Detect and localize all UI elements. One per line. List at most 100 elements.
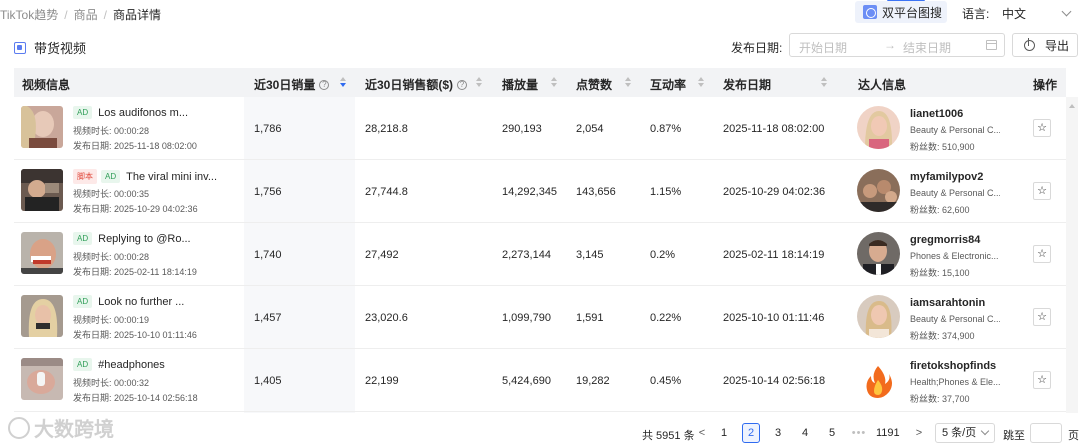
vertical-scrollbar[interactable] bbox=[1066, 97, 1078, 413]
language-select[interactable]: 中文 bbox=[998, 2, 1078, 24]
video-duration: 视频时长: 00:00:28 bbox=[73, 252, 150, 262]
creator-name[interactable]: iamsarahtonin bbox=[910, 297, 985, 309]
publish-date: 2025-10-14 02:56:18 bbox=[723, 375, 826, 387]
help-icon[interactable]: ? bbox=[457, 79, 468, 90]
sales-30d: 1,405 bbox=[254, 375, 282, 387]
page-1[interactable]: 1 bbox=[715, 423, 733, 443]
breadcrumb-separator: / bbox=[103, 7, 107, 22]
col-publish-date[interactable]: 发布日期 bbox=[723, 76, 771, 93]
creator-name[interactable]: gregmorris84 bbox=[910, 234, 980, 246]
sort-icon[interactable] bbox=[551, 77, 557, 88]
creator-name[interactable]: firetokshopfinds bbox=[910, 360, 996, 372]
col-revenue-30d[interactable]: 近30日销售额($)? bbox=[365, 76, 468, 93]
creator-category: Beauty & Personal C... bbox=[910, 188, 1000, 198]
breadcrumb-current: 商品详情 bbox=[112, 8, 161, 22]
col-engagement[interactable]: 互动率 bbox=[650, 76, 686, 93]
pagination-total: 共 5951 条 bbox=[642, 430, 695, 442]
export-button[interactable]: 导出 bbox=[1012, 33, 1078, 57]
sort-icon[interactable] bbox=[821, 77, 827, 88]
table-row[interactable]: 脚本 AD The viral mini inv... 视频时长: 00:00:… bbox=[14, 160, 1066, 223]
breadcrumb-tiktok-trends[interactable]: TikTok趋势 bbox=[0, 6, 58, 23]
prev-page-button[interactable]: < bbox=[693, 423, 711, 443]
col-publish-date-label: 发布日期 bbox=[723, 78, 772, 92]
video-icon bbox=[14, 41, 26, 54]
video-thumbnail[interactable] bbox=[21, 106, 63, 148]
video-thumbnail[interactable] bbox=[21, 169, 63, 211]
favorite-button[interactable]: ☆ bbox=[1033, 371, 1051, 389]
creator-avatar[interactable] bbox=[857, 358, 900, 401]
video-publish-date: 发布日期: 2025-02-11 18:14:19 bbox=[73, 267, 197, 277]
col-sales-30d[interactable]: 近30日销量? bbox=[254, 76, 330, 93]
table-row[interactable]: AD #headphones 视频时长: 00:00:32 发布日期: 2025… bbox=[14, 349, 1066, 412]
ad-badge: AD bbox=[101, 170, 121, 183]
favorite-button[interactable]: ☆ bbox=[1033, 245, 1051, 263]
revenue-30d: 27,492 bbox=[365, 249, 399, 261]
video-title[interactable]: Los audifonos m... bbox=[98, 107, 188, 119]
video-tags: 脚本 AD The viral mini inv... bbox=[73, 169, 217, 184]
page-4[interactable]: 4 bbox=[796, 423, 814, 443]
page-last[interactable]: 1191 bbox=[876, 423, 900, 443]
creator-avatar[interactable] bbox=[857, 106, 900, 149]
jump-to-input[interactable] bbox=[1030, 423, 1062, 443]
sort-icon[interactable] bbox=[698, 77, 704, 88]
revenue-30d: 22,199 bbox=[365, 375, 399, 387]
col-video-info: 视频信息 bbox=[22, 76, 70, 93]
sales-30d: 1,457 bbox=[254, 312, 282, 324]
creator-name[interactable]: myfamilypov2 bbox=[910, 171, 983, 183]
video-tags: AD Look no further ... bbox=[73, 295, 184, 308]
end-date-input[interactable]: 结束日期 bbox=[903, 39, 951, 56]
favorite-button[interactable]: ☆ bbox=[1033, 182, 1051, 200]
jump-to-suffix: 页 bbox=[1068, 430, 1079, 442]
sort-icon[interactable] bbox=[476, 77, 482, 88]
video-title[interactable]: Replying to @Ro... bbox=[98, 233, 191, 245]
breadcrumb-products[interactable]: 商品 bbox=[74, 6, 98, 23]
likes: 2,054 bbox=[576, 123, 604, 135]
date-range-picker[interactable]: 开始日期 → 结束日期 bbox=[789, 33, 1005, 57]
video-duration: 视频时长: 00:00:32 bbox=[73, 378, 150, 388]
favorite-button[interactable]: ☆ bbox=[1033, 308, 1051, 326]
publish-date: 2025-10-29 04:02:36 bbox=[723, 186, 826, 198]
export-icon bbox=[1024, 37, 1035, 51]
sales-30d: 1,756 bbox=[254, 186, 282, 198]
creator-name[interactable]: lianet1006 bbox=[910, 108, 963, 120]
dual-platform-search-button[interactable]: 双平台图搜 bbox=[855, 1, 947, 23]
col-creator-info-label: 达人信息 bbox=[858, 78, 907, 92]
video-title[interactable]: The viral mini inv... bbox=[126, 171, 217, 183]
table-row[interactable]: AD Replying to @Ro... 视频时长: 00:00:28 发布日… bbox=[14, 223, 1066, 286]
video-thumbnail[interactable] bbox=[21, 232, 63, 274]
breadcrumb: TikTok趋势 / 商品 / 商品详情 bbox=[0, 6, 161, 23]
creator-avatar[interactable] bbox=[857, 169, 900, 212]
sort-icon[interactable] bbox=[625, 77, 631, 88]
video-thumbnail[interactable] bbox=[21, 358, 63, 400]
ad-badge: AD bbox=[73, 358, 93, 371]
video-publish-date: 发布日期: 2025-10-14 02:56:18 bbox=[73, 393, 198, 403]
scroll-up-icon[interactable] bbox=[1069, 104, 1075, 108]
col-actions: 操作 bbox=[1033, 76, 1057, 93]
start-date-input[interactable]: 开始日期 bbox=[799, 39, 847, 56]
video-title[interactable]: Look no further ... bbox=[98, 296, 184, 308]
favorite-button[interactable]: ☆ bbox=[1033, 119, 1051, 137]
next-page-button[interactable]: > bbox=[910, 423, 928, 443]
ad-badge: AD bbox=[73, 106, 93, 119]
sort-icon[interactable] bbox=[340, 77, 346, 88]
views: 14,292,345 bbox=[502, 186, 558, 198]
help-icon[interactable]: ? bbox=[319, 79, 330, 90]
creator-category: Beauty & Personal C... bbox=[910, 314, 1000, 324]
col-likes[interactable]: 点赞数 bbox=[576, 76, 612, 93]
page-5[interactable]: 5 bbox=[823, 423, 841, 443]
likes: 143,656 bbox=[576, 186, 616, 198]
col-views[interactable]: 播放量 bbox=[502, 76, 538, 93]
page-3[interactable]: 3 bbox=[769, 423, 787, 443]
table-row[interactable]: AD Los audifonos m... 视频时长: 00:00:28 发布日… bbox=[14, 97, 1066, 160]
page-size-select[interactable]: 5 条/页 bbox=[935, 423, 995, 443]
creator-avatar[interactable] bbox=[857, 295, 900, 338]
page-2-current[interactable]: 2 bbox=[742, 423, 760, 443]
likes: 1,591 bbox=[576, 312, 604, 324]
video-title[interactable]: #headphones bbox=[98, 359, 165, 371]
page-ellipsis[interactable]: ••• bbox=[850, 423, 868, 443]
col-sales-30d-label: 近30日销量 bbox=[254, 78, 316, 92]
video-thumbnail[interactable] bbox=[21, 295, 63, 337]
table-row[interactable]: AD Look no further ... 视频时长: 00:00:19 发布… bbox=[14, 286, 1066, 349]
creator-avatar[interactable] bbox=[857, 232, 900, 275]
arrow-right-icon: → bbox=[884, 38, 896, 52]
